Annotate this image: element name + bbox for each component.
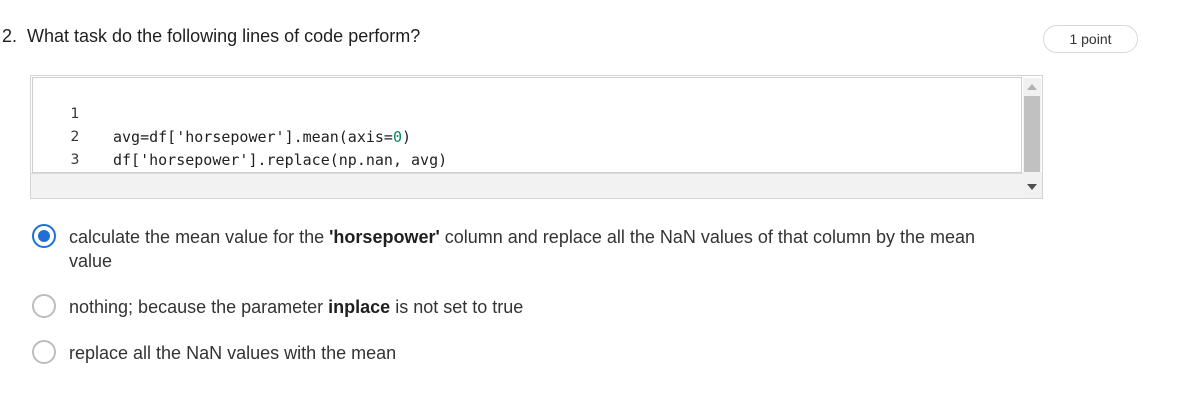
question-text: What task do the following lines of code… — [27, 26, 421, 46]
radio-button[interactable] — [32, 224, 56, 248]
code-line: 1 avg=df['horsepower'].mean(axis=0) — [33, 80, 412, 146]
option-text-bold: 'horsepower' — [329, 227, 440, 247]
code-line: 2 df['horsepower'].replace(np.nan, avg) — [33, 103, 448, 169]
radio-selected-dot — [38, 230, 50, 242]
option-label: replace all the NaN values with the mean — [69, 341, 1014, 365]
scroll-up-arrow-icon[interactable] — [1027, 84, 1037, 90]
scroll-thumb[interactable] — [1024, 96, 1040, 172]
code-text: avg=df['horsepower'].mean(axis= — [113, 128, 393, 146]
option-label: nothing; because the parameter inplace i… — [69, 295, 1014, 319]
option-text: is not set to true — [390, 297, 524, 317]
code-text: df['horsepower'].replace(np.nan, avg) — [113, 151, 448, 169]
code-footer — [31, 173, 1042, 198]
question-heading: 2. What task do the following lines of co… — [2, 26, 420, 47]
points-badge: 1 point — [1043, 25, 1138, 53]
code-area[interactable]: 1 avg=df['horsepower'].mean(axis=0) 2 df… — [32, 77, 1022, 173]
scroll-down-arrow-icon[interactable] — [1027, 184, 1037, 190]
code-line: 3 — [33, 126, 87, 168]
line-code: df['horsepower'].replace(np.nan, avg) — [113, 149, 447, 172]
option-text: calculate the mean value for the — [69, 227, 330, 247]
option-text: nothing; because the parameter — [69, 297, 329, 317]
option-text: replace all the NaN values with the mean — [69, 343, 397, 363]
question-number: 2. — [2, 26, 18, 46]
radio-button[interactable] — [32, 340, 56, 364]
code-editor: 1 avg=df['horsepower'].mean(axis=0) 2 df… — [30, 75, 1043, 199]
code-text: ) — [402, 128, 412, 146]
option-label: calculate the mean value for the 'horsep… — [69, 225, 1014, 273]
radio-button[interactable] — [32, 294, 56, 318]
line-number: 3 — [70, 152, 80, 168]
code-number-token: 0 — [392, 128, 402, 146]
line-code: avg=df['horsepower'].mean(axis=0) — [113, 126, 411, 149]
option-text-bold: inplace — [328, 297, 391, 317]
code-scrollbar[interactable] — [1023, 78, 1041, 196]
